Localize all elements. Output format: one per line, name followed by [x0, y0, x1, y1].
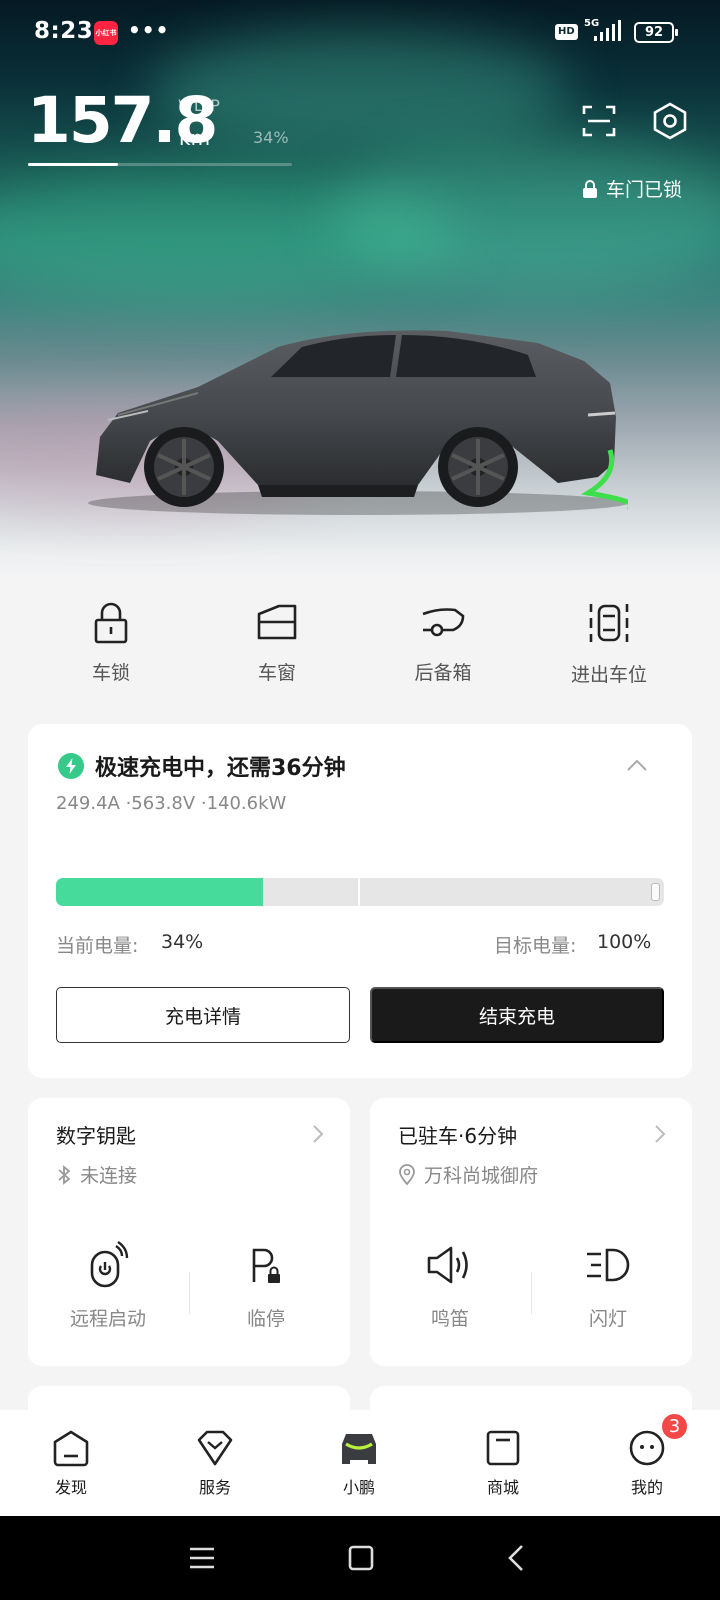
status-bar: 8:23 小红书 ••• HD 5G 92	[0, 0, 720, 64]
xiaohongshu-app-icon: 小红书	[94, 21, 118, 45]
hd-icon: HD	[555, 24, 578, 40]
bluetooth-icon	[58, 1164, 71, 1185]
quick-action-label: 车窗	[257, 662, 296, 684]
lock-icon	[94, 602, 128, 644]
car-image[interactable]	[88, 325, 628, 525]
fast-charge-icon	[58, 753, 84, 779]
battery-icon: 92	[634, 22, 678, 43]
back-icon[interactable]	[507, 1544, 525, 1572]
quick-action-label: 后备箱	[414, 662, 472, 684]
target-charge-label: 目标电量:	[494, 935, 577, 957]
quick-action-label: 车锁	[91, 662, 130, 684]
remote-start-label: 远程启动	[69, 1308, 146, 1330]
range-bar-fill	[28, 163, 118, 166]
flash-lights-button[interactable]: 闪灯	[558, 1240, 658, 1331]
tab-xpeng[interactable]: 小鹏	[314, 1428, 404, 1498]
signal-icon	[594, 20, 621, 41]
menu-icon[interactable]	[189, 1546, 215, 1570]
temp-parking-icon	[252, 1248, 280, 1283]
scan-icon[interactable]	[582, 104, 616, 138]
temp-parking-label: 临停	[246, 1308, 285, 1330]
chevron-up-icon[interactable]	[626, 758, 648, 772]
home-icon[interactable]	[348, 1545, 374, 1571]
charge-target-handle[interactable]	[651, 883, 660, 901]
lock-small-icon	[583, 179, 597, 198]
charge-progress-marker	[358, 878, 360, 906]
stop-charging-button[interactable]: 结束充电	[370, 987, 664, 1043]
parking-location: 万科尚城御府	[398, 1161, 538, 1188]
tab-discover[interactable]: 发现	[26, 1428, 116, 1498]
tab-label: 发现	[54, 1478, 87, 1497]
horn-icon	[427, 1246, 468, 1284]
parking-location-text: 万科尚城御府	[424, 1165, 539, 1187]
current-charge-label: 当前电量:	[56, 935, 139, 957]
charging-detail: 249.4A ·563.8V ·140.6kW	[56, 793, 287, 814]
divider	[531, 1272, 532, 1314]
target-charge-value[interactable]: 100%	[597, 931, 651, 953]
quick-action-label: 进出车位	[570, 664, 647, 686]
quick-action-trunk[interactable]: 后备箱	[360, 600, 526, 690]
tab-label: 我的	[630, 1478, 663, 1497]
digital-key-card[interactable]: 数字钥匙 未连接 远程启动 临停	[28, 1098, 350, 1366]
battery-percent: 34%	[253, 128, 289, 147]
digital-key-status-text: 未连接	[80, 1165, 138, 1187]
door-lock-status[interactable]: 车门已锁	[582, 175, 682, 202]
temp-parking-button[interactable]: 临停	[216, 1240, 316, 1331]
range-bar	[28, 163, 292, 166]
mall-icon	[486, 1430, 520, 1466]
settings-icon[interactable]	[651, 102, 689, 140]
flash-lights-label: 闪灯	[588, 1308, 627, 1330]
horn-label: 鸣笛	[430, 1308, 469, 1330]
quick-action-window[interactable]: 车窗	[194, 600, 360, 690]
quick-actions: 车锁 车窗 后备箱 进出车位	[28, 600, 692, 690]
divider	[189, 1272, 190, 1314]
parking-status-title: 已驻车·6分钟	[398, 1124, 518, 1148]
discover-icon	[53, 1430, 89, 1467]
tab-label: 小鹏	[342, 1478, 375, 1497]
more-notifications-icon: •••	[128, 18, 170, 42]
range-standard: WLTP	[178, 96, 220, 115]
remote-start-button[interactable]: 远程启动	[58, 1240, 158, 1331]
location-pin-icon	[399, 1163, 415, 1185]
charging-details-button[interactable]: 充电详情	[56, 987, 350, 1043]
profile-icon	[629, 1430, 665, 1466]
tab-mall[interactable]: 商城	[458, 1428, 548, 1498]
door-lock-text: 车门已锁	[606, 179, 683, 201]
status-time: 8:23	[34, 18, 94, 44]
digital-key-status: 未连接	[56, 1161, 137, 1188]
flash-lights-icon	[587, 1248, 630, 1282]
range-unit: km	[179, 126, 211, 150]
charging-card: 极速充电中，还需36分钟 249.4A ·563.8V ·140.6kW 当前电…	[28, 724, 692, 1078]
charge-progress-fill	[56, 878, 263, 906]
quick-action-lock[interactable]: 车锁	[28, 600, 194, 690]
system-nav-bar	[0, 1516, 720, 1600]
charging-title: 极速充电中，还需36分钟	[95, 756, 346, 781]
remote-start-icon	[90, 1241, 129, 1288]
parking-status-card[interactable]: 已驻车·6分钟 万科尚城御府 鸣笛 闪灯	[370, 1098, 692, 1366]
horn-button[interactable]: 鸣笛	[400, 1240, 500, 1331]
notification-badge: 3	[660, 1412, 689, 1441]
bottom-tab-bar: 发现 服务 小鹏 商城 我的	[0, 1410, 720, 1516]
chevron-right-icon	[655, 1125, 666, 1143]
parking-icon	[589, 604, 629, 642]
tab-label: 服务	[198, 1478, 231, 1497]
service-icon	[197, 1430, 233, 1466]
car-icon	[342, 1434, 376, 1464]
trunk-icon	[422, 608, 465, 637]
digital-key-title: 数字钥匙	[56, 1124, 136, 1148]
chevron-right-icon	[313, 1125, 324, 1143]
window-icon	[257, 604, 297, 640]
tab-service[interactable]: 服务	[170, 1428, 260, 1498]
charge-progress-bar[interactable]	[56, 878, 664, 906]
tab-label: 商城	[486, 1478, 519, 1497]
current-charge-value: 34%	[161, 931, 204, 953]
quick-action-parking[interactable]: 进出车位	[526, 600, 692, 690]
